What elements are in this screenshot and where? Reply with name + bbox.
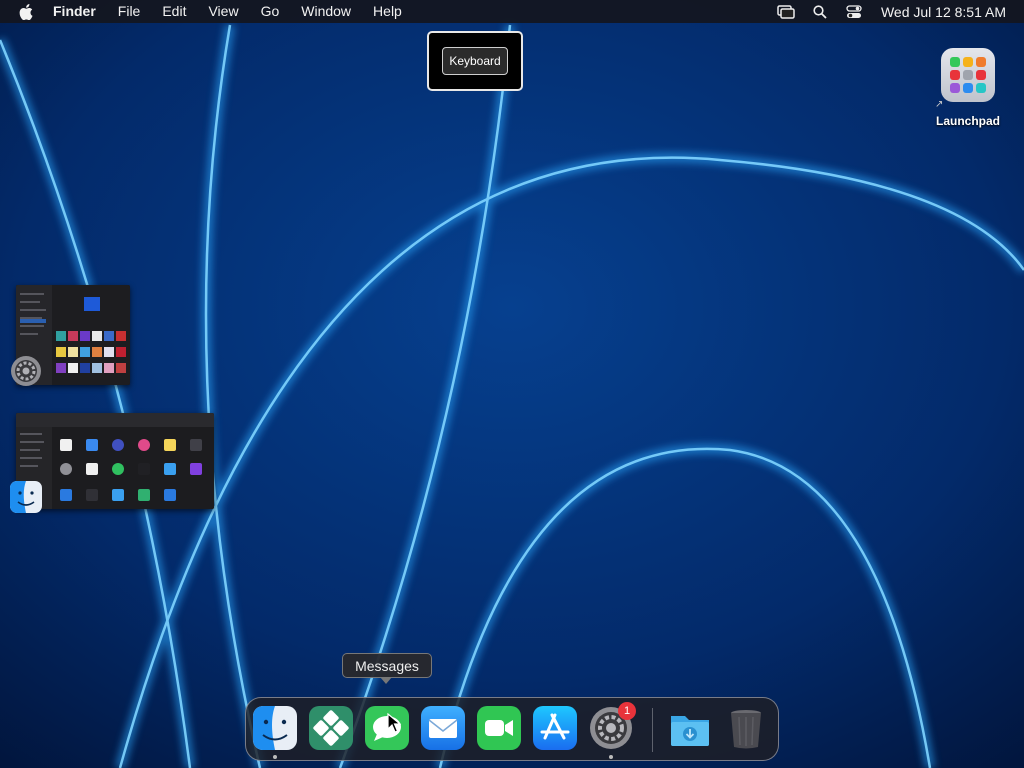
control-center-icon[interactable]	[843, 0, 865, 23]
mouse-cursor-icon	[387, 713, 401, 733]
launchpad-desktop-alias[interactable]: ↗ Launchpad	[926, 46, 1010, 130]
keyboard-hud: Keyboard	[427, 31, 523, 91]
dock-tooltip: Messages	[342, 653, 432, 678]
running-indicator	[609, 755, 613, 759]
menu-window[interactable]: Window	[301, 0, 351, 23]
menu-help[interactable]: Help	[373, 0, 402, 23]
menu-view[interactable]: View	[208, 0, 238, 23]
dock: 1	[245, 697, 779, 761]
menu-bar: Finder File Edit View Go Window Help Wed…	[0, 0, 1024, 23]
dock-item-remote-desktop[interactable]	[309, 706, 353, 750]
app-store-icon	[533, 706, 577, 750]
dock-item-system-settings[interactable]: 1	[589, 702, 636, 759]
system-settings-icon	[11, 356, 41, 386]
running-indicator	[273, 755, 277, 759]
dock-tooltip-tail	[380, 677, 392, 684]
dock-item-finder[interactable]	[253, 706, 297, 759]
notification-badge: 1	[618, 702, 636, 720]
desktop-wallpaper	[0, 0, 1024, 768]
dock-item-trash[interactable]	[724, 706, 768, 750]
downloads-folder-icon	[671, 716, 709, 746]
dock-item-app-store[interactable]	[533, 706, 577, 750]
dock-item-facetime[interactable]	[477, 706, 521, 750]
launchpad-label: Launchpad	[935, 114, 1000, 128]
menu-edit[interactable]: Edit	[162, 0, 186, 23]
facetime-icon	[477, 706, 521, 750]
remote-desktop-icon	[309, 706, 353, 750]
dock-tooltip-text: Messages	[355, 657, 419, 674]
mail-icon	[421, 706, 465, 750]
dock-separator	[652, 708, 653, 752]
apple-menu-icon[interactable]	[15, 0, 37, 23]
screen-mirroring-icon[interactable]	[775, 0, 797, 23]
dock-item-downloads[interactable]	[668, 706, 712, 750]
stage-thumbnail-system-settings[interactable]	[10, 285, 132, 387]
menu-app-name[interactable]: Finder	[53, 0, 96, 23]
dock-item-mail[interactable]	[421, 706, 465, 750]
keyboard-button[interactable]: Keyboard	[442, 47, 508, 75]
launchpad-icon[interactable]: ↗	[935, 48, 995, 110]
menu-file[interactable]: File	[118, 0, 141, 23]
trash-icon	[731, 710, 761, 749]
finder-icon	[10, 481, 42, 513]
menu-bar-clock[interactable]: Wed Jul 12 8:51 AM	[881, 4, 1006, 20]
spotlight-search-icon[interactable]	[809, 0, 831, 23]
finder-icon	[253, 706, 297, 750]
stage-window-preview	[16, 413, 214, 509]
alias-arrow-icon: ↗	[935, 99, 944, 110]
stage-thumbnail-finder[interactable]	[10, 413, 216, 515]
menu-go[interactable]: Go	[261, 0, 280, 23]
